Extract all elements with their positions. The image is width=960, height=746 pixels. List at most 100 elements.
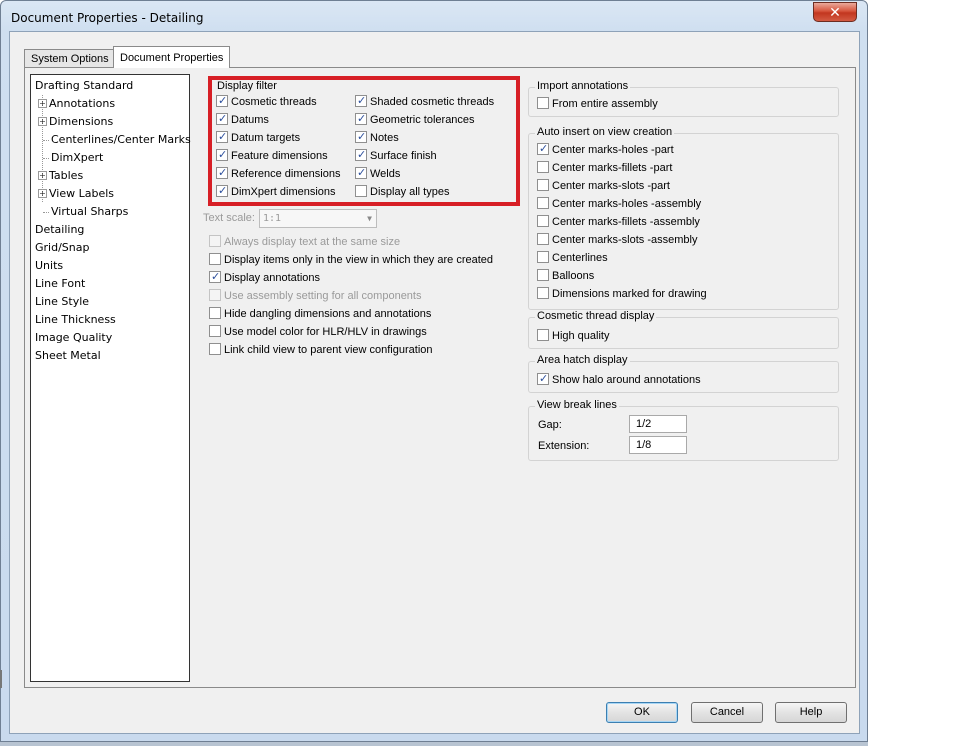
checkbox-icon[interactable] <box>209 269 221 285</box>
checkbox-center-marks-fillets-part[interactable]: Center marks-fillets -part <box>537 160 672 176</box>
checkbox-welds[interactable]: Welds <box>355 165 400 182</box>
checkbox-datum-targets[interactable]: Datum targets <box>216 129 301 146</box>
tree-item-centerlines-center-marks[interactable]: Centerlines/Center Marks <box>51 132 191 148</box>
checkbox-icon[interactable] <box>355 185 367 197</box>
checkbox-icon[interactable] <box>216 111 228 127</box>
tree-item-view-labels[interactable]: + View Labels <box>38 186 114 202</box>
tree-item-drafting-standard[interactable]: Drafting Standard <box>35 78 133 94</box>
tab-document-properties[interactable]: Document Properties <box>113 46 231 68</box>
cosmetic-thread-display-group: Cosmetic thread display High quality <box>528 310 839 349</box>
checkbox-center-marks-holes-assembly[interactable]: Center marks-holes -assembly <box>537 196 701 212</box>
checkbox-icon[interactable] <box>209 289 221 301</box>
tree-connector <box>43 158 49 159</box>
tree-item-annotations[interactable]: + Annotations <box>38 96 115 112</box>
checkbox-center-marks-holes-part[interactable]: Center marks-holes -part <box>537 141 674 158</box>
checkbox-use-model-color[interactable]: Use model color for HLR/HLV in drawings <box>209 324 427 340</box>
checkbox-icon[interactable] <box>216 93 228 109</box>
expand-icon[interactable]: + <box>38 99 47 108</box>
checkbox-center-marks-slots-part[interactable]: Center marks-slots -part <box>537 178 670 194</box>
close-button[interactable]: ✕ <box>813 2 857 22</box>
tab-system-options[interactable]: System Options <box>24 49 116 68</box>
checkbox-icon[interactable] <box>537 287 549 299</box>
checkbox-display-items-only-in-view[interactable]: Display items only in the view in which … <box>209 252 493 268</box>
checkbox-center-marks-fillets-assembly[interactable]: Center marks-fillets -assembly <box>537 214 700 230</box>
checkbox-display-annotations[interactable]: Display annotations <box>209 269 320 286</box>
checkbox-icon[interactable] <box>355 93 367 109</box>
checkbox-icon[interactable] <box>355 165 367 181</box>
expand-icon[interactable]: + <box>38 117 47 126</box>
tree-item-line-thickness[interactable]: Line Thickness <box>35 312 116 328</box>
checkbox-icon[interactable] <box>355 147 367 163</box>
checkbox-feature-dimensions[interactable]: Feature dimensions <box>216 147 328 164</box>
checkbox-icon[interactable] <box>209 325 221 337</box>
checkbox-icon[interactable] <box>537 161 549 173</box>
checkbox-icon[interactable] <box>216 129 228 145</box>
tree-item-dimxpert[interactable]: DimXpert <box>51 150 103 166</box>
checkbox-icon[interactable] <box>216 147 228 163</box>
checkbox-label: Use assembly setting for all components <box>224 290 422 302</box>
text-scale-select[interactable]: 1:1 ▼ <box>259 209 377 228</box>
checkbox-dimensions-marked-for-drawing[interactable]: Dimensions marked for drawing <box>537 286 707 302</box>
checkbox-centerlines[interactable]: Centerlines <box>537 250 608 266</box>
tree-item-dimensions[interactable]: + Dimensions <box>38 114 113 130</box>
tree-item-tables[interactable]: + Tables <box>38 168 83 184</box>
checkbox-cosmetic-threads[interactable]: Cosmetic threads <box>216 93 317 110</box>
checkbox-icon[interactable] <box>537 329 549 341</box>
tree-item-units[interactable]: Units <box>35 258 63 274</box>
help-button[interactable]: Help <box>775 702 847 723</box>
title-bar[interactable]: Document Properties - Detailing ✕ <box>1 1 867 33</box>
tree-item-line-font[interactable]: Line Font <box>35 276 85 292</box>
checkbox-surface-finish[interactable]: Surface finish <box>355 147 437 164</box>
checkbox-display-all-types[interactable]: Display all types <box>355 184 449 200</box>
checkbox-balloons[interactable]: Balloons <box>537 268 594 284</box>
checkbox-icon[interactable] <box>537 197 549 209</box>
checkbox-label: Always display text at the same size <box>224 236 401 248</box>
tree-item-virtual-sharps[interactable]: Virtual Sharps <box>51 204 128 220</box>
checkbox-icon[interactable] <box>537 179 549 191</box>
checkbox-icon[interactable] <box>216 183 228 199</box>
gap-label: Gap: <box>538 419 562 431</box>
checkbox-link-child-view[interactable]: Link child view to parent view configura… <box>209 342 433 358</box>
checkbox-center-marks-slots-assembly[interactable]: Center marks-slots -assembly <box>537 232 697 248</box>
checkbox-icon[interactable] <box>355 129 367 145</box>
checkbox-from-entire-assembly[interactable]: From entire assembly <box>537 96 658 112</box>
checkbox-icon[interactable] <box>209 307 221 319</box>
checkbox-dimxpert-dimensions[interactable]: DimXpert dimensions <box>216 183 336 200</box>
checkbox-icon[interactable] <box>537 269 549 281</box>
checkbox-notes[interactable]: Notes <box>355 129 399 146</box>
checkbox-icon[interactable] <box>209 235 221 247</box>
checkbox-show-halo[interactable]: Show halo around annotations <box>537 371 701 388</box>
checkbox-icon[interactable] <box>537 141 549 157</box>
checkbox-geometric-tolerances[interactable]: Geometric tolerances <box>355 111 475 128</box>
gap-input[interactable]: 1/2 <box>629 415 687 433</box>
ok-button[interactable]: OK <box>606 702 678 723</box>
tree-item-image-quality[interactable]: Image Quality <box>35 330 112 346</box>
tree-item-grid-snap[interactable]: Grid/Snap <box>35 240 89 256</box>
checkbox-icon[interactable] <box>537 215 549 227</box>
checkbox-datums[interactable]: Datums <box>216 111 269 128</box>
checkbox-icon[interactable] <box>537 371 549 387</box>
tree-item-sheet-metal[interactable]: Sheet Metal <box>35 348 101 364</box>
tree-item-detailing[interactable]: Detailing <box>35 222 84 238</box>
checkbox-always-display-text-same-size[interactable]: Always display text at the same size <box>209 234 400 250</box>
tree-item-line-style[interactable]: Line Style <box>35 294 89 310</box>
checkbox-icon[interactable] <box>537 251 549 263</box>
checkbox-icon[interactable] <box>537 233 549 245</box>
expand-icon[interactable]: + <box>38 171 47 180</box>
expand-icon[interactable]: + <box>38 189 47 198</box>
checkbox-icon[interactable] <box>209 253 221 265</box>
property-tree[interactable]: Drafting Standard + Annotations + Dimensio… <box>30 74 191 682</box>
checkbox-reference-dimensions[interactable]: Reference dimensions <box>216 165 340 182</box>
chevron-down-icon[interactable]: ▼ <box>367 210 372 227</box>
checkbox-label: Datum targets <box>231 132 301 144</box>
checkbox-icon[interactable] <box>209 343 221 355</box>
checkbox-icon[interactable] <box>537 97 549 109</box>
checkbox-high-quality[interactable]: High quality <box>537 328 609 344</box>
checkbox-use-assembly-setting[interactable]: Use assembly setting for all components <box>209 288 421 304</box>
checkbox-shaded-cosmetic-threads[interactable]: Shaded cosmetic threads <box>355 93 494 110</box>
checkbox-icon[interactable] <box>216 165 228 181</box>
extension-input[interactable]: 1/8 <box>629 436 687 454</box>
cancel-button[interactable]: Cancel <box>691 702 763 723</box>
checkbox-icon[interactable] <box>355 111 367 127</box>
checkbox-hide-dangling-dimensions[interactable]: Hide dangling dimensions and annotations <box>209 306 431 322</box>
